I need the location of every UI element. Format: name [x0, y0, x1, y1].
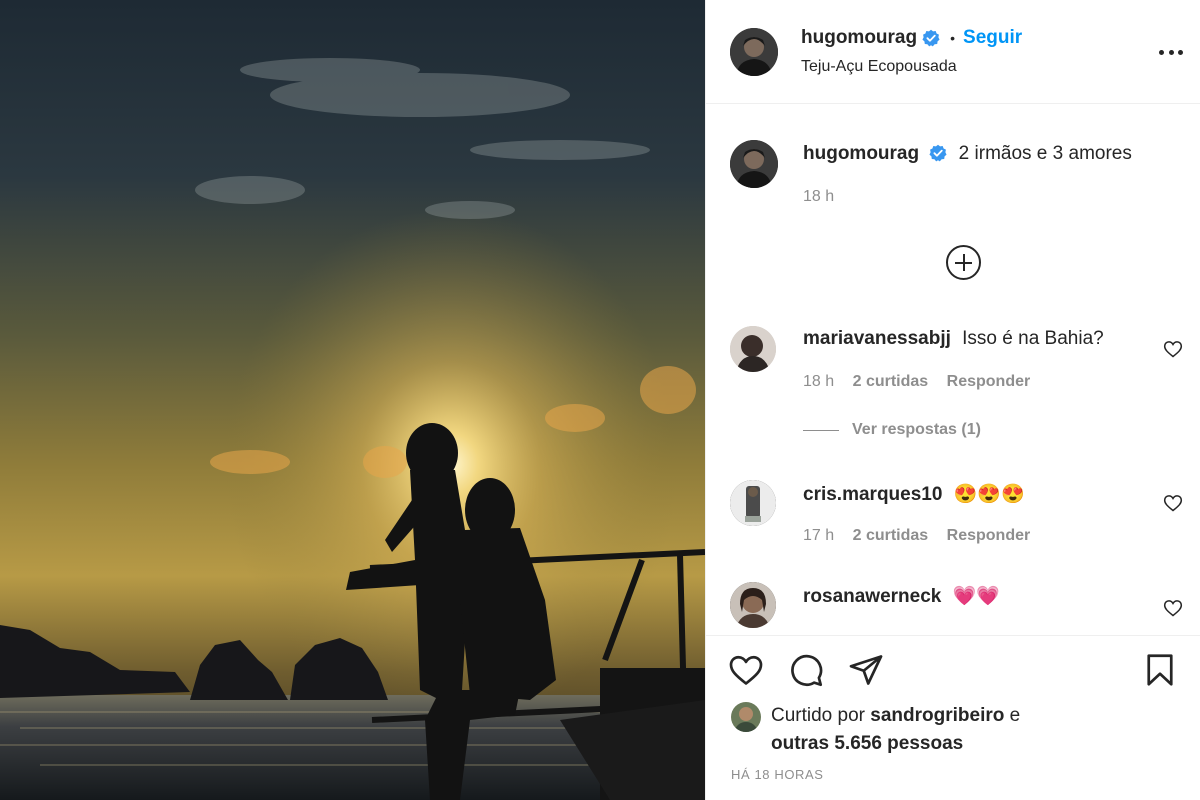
comment-text: 💗💗	[952, 586, 1000, 607]
comment-username[interactable]: rosanawerneck	[803, 586, 941, 607]
comment-avatar[interactable]	[730, 480, 776, 526]
liked-by-text: Curtido por sandrogribeiro e outras 5.65…	[771, 702, 1020, 758]
post-timestamp[interactable]: HÁ 18 HORAS	[731, 767, 824, 782]
comment-username[interactable]: cris.marques10	[803, 484, 942, 505]
comment-heart-icon[interactable]	[1163, 339, 1183, 359]
load-more-icon[interactable]	[946, 245, 981, 280]
header-line: hugomourag • Seguir	[801, 27, 1022, 49]
reply-button[interactable]: Responder	[947, 373, 1031, 390]
comment-line: rosanawerneck 💗💗	[803, 584, 1000, 608]
caption-username[interactable]: hugomourag	[803, 143, 919, 164]
comment-time[interactable]: 17 h	[803, 527, 834, 544]
comments-list[interactable]: hugomourag 2 irmãos e 3 amores 18 h mari…	[706, 105, 1200, 635]
post-side-panel: hugomourag • Seguir Teju-Açu Ecopousada …	[705, 0, 1200, 800]
post-location[interactable]: Teju-Açu Ecopousada	[801, 58, 957, 76]
comment-meta: 18 h 2 curtidas Responder	[803, 373, 1044, 391]
more-options-icon[interactable]	[1157, 40, 1185, 64]
caption-text: 2 irmãos e 3 amores	[958, 143, 1132, 164]
comment-avatar[interactable]	[730, 582, 776, 628]
view-replies-label: Ver respostas (1)	[852, 421, 981, 438]
caption-time[interactable]: 18 h	[803, 188, 834, 206]
sunset-silhouette-image	[0, 0, 705, 800]
replies-divider	[803, 429, 839, 431]
comment-heart-icon[interactable]	[1163, 493, 1183, 513]
post-header: hugomourag • Seguir Teju-Açu Ecopousada	[706, 0, 1200, 104]
post-actions: Curtido por sandrogribeiro e outras 5.65…	[706, 635, 1200, 800]
reply-button[interactable]: Responder	[947, 527, 1031, 544]
comment-time[interactable]: 18 h	[803, 373, 834, 390]
liked-by-user[interactable]: sandrogribeiro	[870, 705, 1004, 726]
verified-badge-icon	[929, 144, 947, 162]
comment-line: cris.marques10 😍😍😍	[803, 482, 1025, 506]
author-avatar[interactable]	[730, 28, 778, 76]
post-photo[interactable]	[0, 0, 705, 800]
comment-likes-count[interactable]: 2 curtidas	[853, 373, 929, 390]
comment-avatar[interactable]	[730, 326, 776, 372]
comment-icon[interactable]	[788, 652, 824, 688]
caption: hugomourag 2 irmãos e 3 amores	[803, 143, 1132, 165]
share-icon[interactable]	[848, 652, 884, 688]
save-icon[interactable]	[1142, 652, 1178, 688]
follow-button[interactable]: Seguir	[963, 27, 1022, 49]
comment-meta: 17 h 2 curtidas Responder	[803, 527, 1044, 545]
liked-by-others[interactable]: outras 5.656 pessoas	[771, 733, 963, 754]
view-replies-button[interactable]: Ver respostas (1)	[803, 421, 981, 439]
comment-heart-icon[interactable]	[1163, 598, 1183, 618]
author-username[interactable]: hugomourag	[801, 27, 917, 49]
liked-by-conj: e	[1009, 705, 1021, 726]
verified-badge-icon	[922, 29, 940, 47]
comment-line: mariavanessabjj Isso é na Bahia?	[803, 328, 1104, 350]
comment-username[interactable]: mariavanessabjj	[803, 328, 951, 349]
caption-avatar[interactable]	[730, 140, 778, 188]
comment-text: 😍😍😍	[953, 484, 1025, 505]
comment-likes-count[interactable]: 2 curtidas	[853, 527, 929, 544]
heart-icon[interactable]	[728, 652, 764, 688]
liked-by-avatar[interactable]	[731, 702, 761, 732]
comment-text: Isso é na Bahia?	[962, 328, 1104, 349]
separator-dot: •	[950, 30, 956, 46]
liked-by-prefix: Curtido por	[771, 705, 865, 726]
